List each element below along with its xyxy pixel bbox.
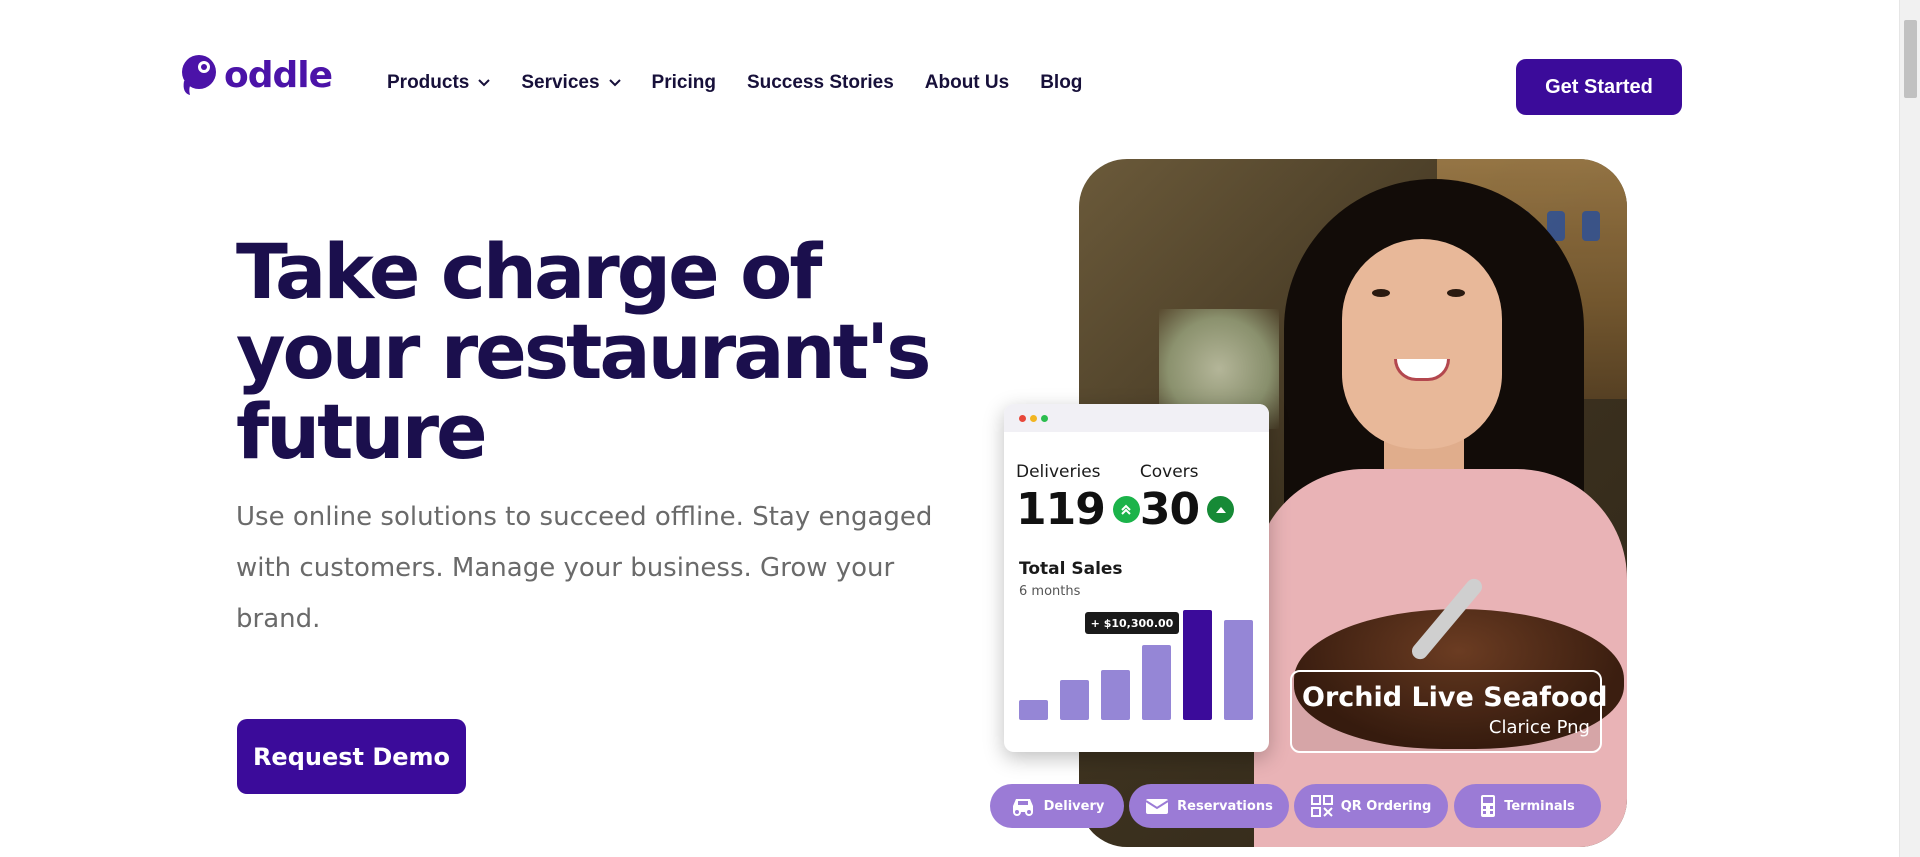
photo-eye: [1372, 289, 1390, 297]
dashboard-card: Deliveries 119 Covers 30 Total Sales 6 m…: [1004, 404, 1269, 752]
photo-face: [1342, 239, 1502, 449]
sales-bar: [1060, 680, 1089, 720]
get-started-button[interactable]: Get Started: [1516, 59, 1682, 115]
sales-bar: [1101, 670, 1130, 720]
scrollbar-thumb[interactable]: [1904, 20, 1917, 98]
nav-products[interactable]: Products: [387, 72, 491, 94]
hero-title-line-2: your restaurant's: [236, 307, 931, 396]
pill-terminals-label: Terminals: [1504, 798, 1575, 814]
main-nav: Products Services Pricing Success Storie…: [387, 72, 1082, 94]
nav-about-us[interactable]: About Us: [925, 72, 1009, 94]
nav-blog-label: Blog: [1040, 72, 1083, 93]
hero-title-line-1: Take charge of: [236, 227, 822, 316]
page-scrollbar[interactable]: [1899, 0, 1920, 857]
hero-title: Take charge of your restaurant's future: [236, 232, 936, 472]
testimonial-tag: Orchid Live Seafood Clarice Png: [1290, 670, 1608, 753]
nav-success-stories[interactable]: Success Stories: [747, 72, 894, 94]
pill-reservations-label: Reservations: [1177, 798, 1273, 814]
hero-title-line-3: future: [236, 387, 488, 476]
photo-eye: [1447, 289, 1465, 297]
sales-bar: [1142, 645, 1171, 720]
pill-qr-ordering[interactable]: QR Ordering: [1294, 784, 1448, 828]
chevron-down-icon: [478, 79, 491, 87]
testimonial-person: Clarice Png: [1488, 717, 1590, 738]
pill-qr-ordering-label: QR Ordering: [1340, 798, 1432, 814]
sales-bar: [1019, 700, 1048, 720]
testimonial-restaurant: Orchid Live Seafood: [1302, 682, 1608, 713]
logo-text: oddle: [224, 54, 333, 96]
envelope-icon: [1145, 799, 1169, 814]
nav-services[interactable]: Services: [521, 72, 621, 94]
oddle-logo[interactable]: oddle: [180, 53, 333, 97]
chevron-down-icon: [608, 79, 621, 87]
nav-blog[interactable]: Blog: [1040, 72, 1082, 94]
sales-bar: [1224, 620, 1253, 720]
nav-pricing[interactable]: Pricing: [652, 72, 716, 94]
nav-pricing-label: Pricing: [651, 72, 716, 93]
nav-products-label: Products: [387, 72, 470, 93]
car-icon: [1012, 799, 1033, 816]
photo-jar: [1582, 211, 1600, 241]
pill-reservations[interactable]: Reservations: [1129, 784, 1289, 828]
nav-success-stories-label: Success Stories: [746, 72, 894, 93]
oddle-logo-icon: [182, 55, 216, 95]
qr-code-icon: [1310, 795, 1333, 817]
pill-delivery[interactable]: Delivery: [990, 784, 1124, 828]
nav-services-label: Services: [521, 72, 600, 93]
sales-bar: [1183, 610, 1212, 720]
sales-tooltip: + $10,300.00: [1085, 612, 1179, 634]
sales-bar-chart: [1019, 610, 1253, 720]
pill-terminals[interactable]: Terminals: [1454, 784, 1601, 828]
request-demo-button[interactable]: Request Demo: [237, 719, 466, 794]
pill-delivery-label: Delivery: [1043, 798, 1105, 814]
terminal-icon: [1481, 795, 1496, 817]
hero-subtitle: Use online solutions to succeed offline.…: [236, 502, 933, 634]
nav-about-us-label: About Us: [924, 72, 1010, 93]
